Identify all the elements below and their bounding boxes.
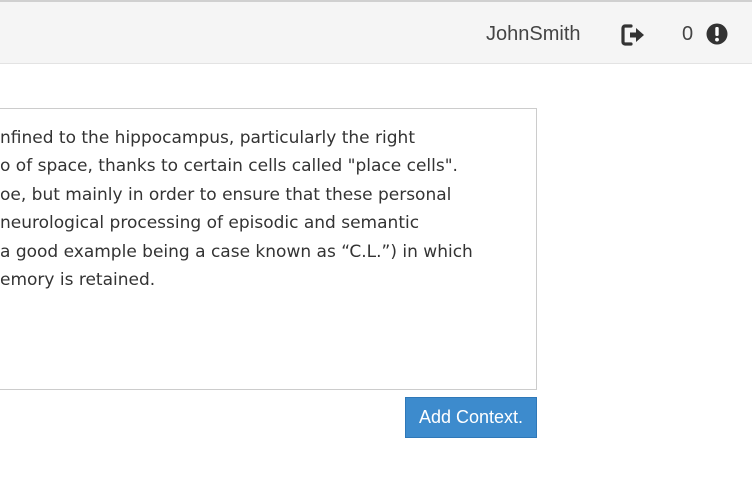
textarea-line: neurological processing of episodic and … <box>0 213 420 233</box>
notification-count: 0 <box>682 23 694 45</box>
textarea-line: oe, but mainly in order to ensure that t… <box>0 185 452 205</box>
exclamation-circle-icon[interactable] <box>706 23 728 45</box>
textarea-line: o of space, thanks to certain cells call… <box>0 156 458 176</box>
context-textarea[interactable]: nfined to the hippocampus, particularly … <box>0 108 537 390</box>
textarea-line: nfined to the hippocampus, particularly … <box>0 128 415 148</box>
textarea-line: a good example being a case known as “C.… <box>0 242 473 262</box>
username-link[interactable]: JohnSmith <box>486 21 581 47</box>
add-context-button[interactable]: Add Context. <box>405 397 537 438</box>
textarea-line: emory is retained. <box>0 270 156 290</box>
top-navbar: JohnSmith 0 <box>0 0 752 64</box>
logout-icon[interactable] <box>621 23 647 47</box>
